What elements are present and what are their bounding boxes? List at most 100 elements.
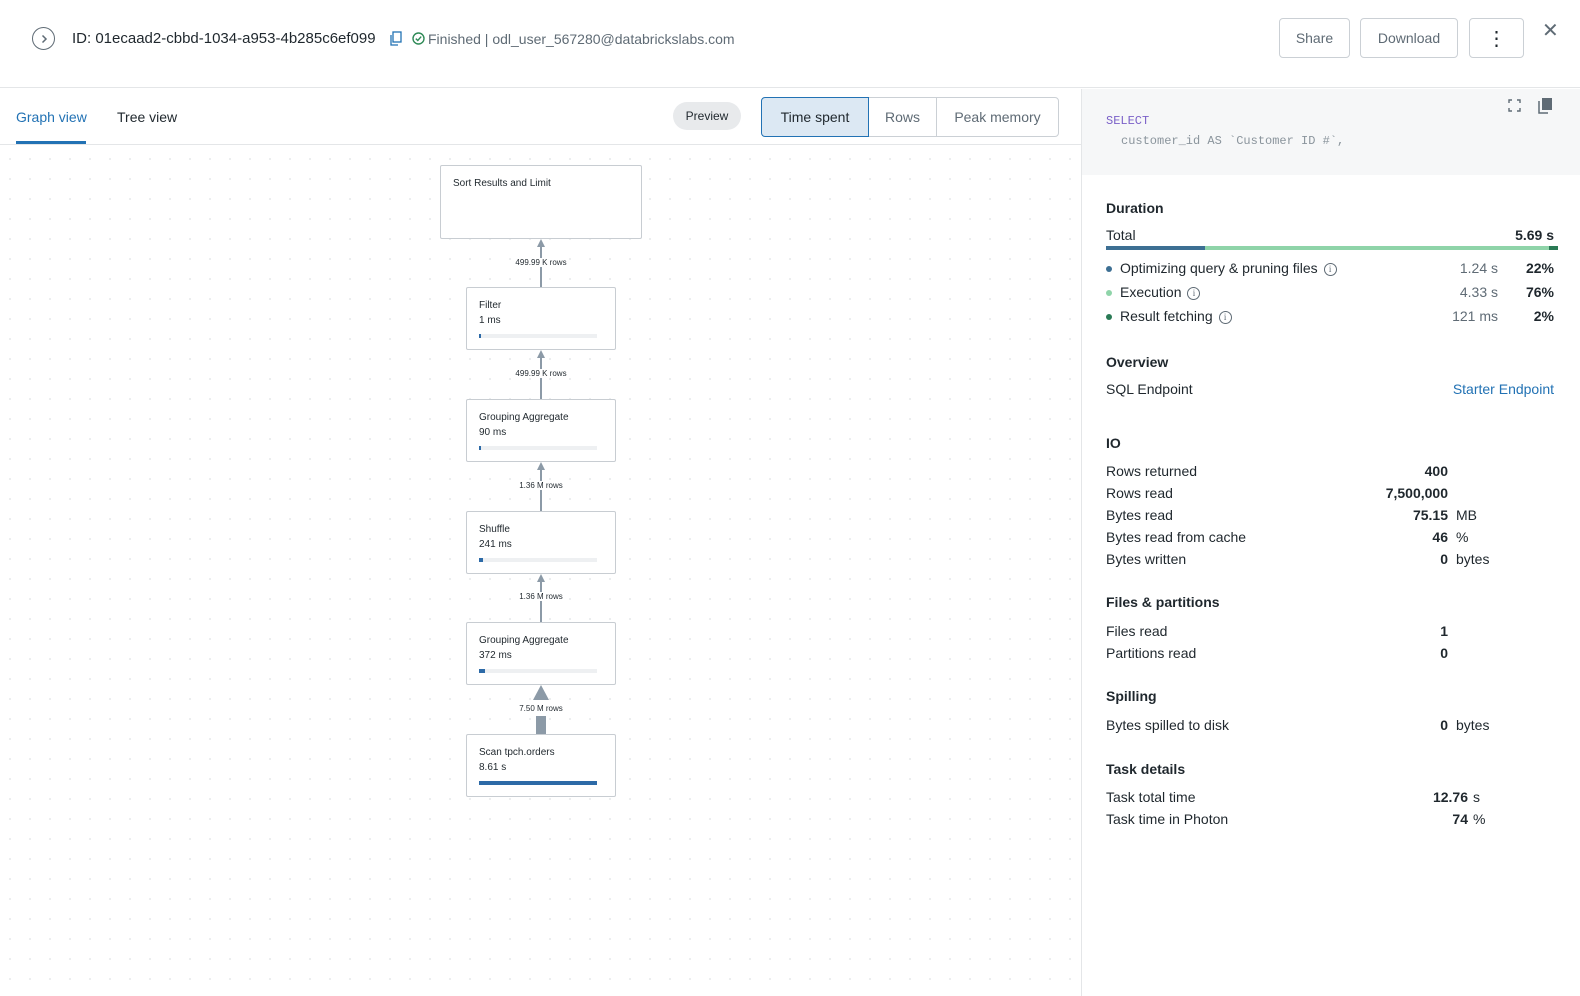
plan-node-time: 1 ms xyxy=(479,315,501,326)
metric-time-spent-button[interactable]: Time spent xyxy=(761,97,869,137)
tab-tree-view[interactable]: Tree view xyxy=(117,109,177,125)
plan-node-time-bar xyxy=(479,446,597,450)
duration-item: Optimizing query & pruning files i xyxy=(1120,260,1337,276)
share-button[interactable]: Share xyxy=(1279,18,1350,58)
more-options-button[interactable]: ⋮ xyxy=(1469,18,1524,58)
metric-label: Bytes read xyxy=(1106,507,1173,523)
edge-row-count: 7.50 M rows xyxy=(518,704,564,713)
metric-label: Files read xyxy=(1106,623,1168,639)
sql-preview[interactable]: SELECT customer_id AS `Customer ID #`, xyxy=(1082,89,1580,175)
duration-item-label: Execution xyxy=(1120,284,1182,300)
arrow-up-icon xyxy=(537,574,545,582)
metric-label: Partitions read xyxy=(1106,645,1197,661)
metric-label: Bytes read from cache xyxy=(1106,529,1247,545)
metric-value: 1 xyxy=(1440,623,1448,639)
duration-bar xyxy=(1106,246,1558,250)
plan-node-time-bar xyxy=(479,334,597,338)
metric-label: Bytes written xyxy=(1106,551,1187,567)
edge-row-count: 1.36 M rows xyxy=(518,481,564,490)
metric-label: Bytes spilled to disk xyxy=(1106,717,1229,733)
plan-node-time-fill xyxy=(479,558,483,562)
plan-node[interactable]: Grouping Aggregate 372 ms xyxy=(466,622,616,685)
arrow-up-icon xyxy=(533,685,549,700)
copy-id-icon[interactable] xyxy=(390,31,404,47)
plan-node-name: Grouping Aggregate xyxy=(479,412,569,423)
metric-value: 12.76 xyxy=(1432,789,1468,805)
plan-node[interactable]: Sort Results and Limit xyxy=(440,165,642,239)
query-header: ID: 01ecaad2-cbbd-1034-a953-4b285c6ef099… xyxy=(0,0,1580,88)
duration-bar-fetching xyxy=(1549,246,1558,250)
sql-endpoint-link[interactable]: Starter Endpoint xyxy=(1453,381,1554,397)
metric-value: 74 xyxy=(1452,811,1468,827)
plan-node[interactable]: Shuffle 241 ms xyxy=(466,511,616,574)
plan-node[interactable]: Scan tpch.orders 8.61 s xyxy=(466,734,616,797)
plan-node-time: 372 ms xyxy=(479,650,512,661)
metric-rows-button[interactable]: Rows xyxy=(868,97,937,137)
plan-node[interactable]: Grouping Aggregate 90 ms xyxy=(466,399,616,462)
legend-dot xyxy=(1106,314,1112,320)
arrow-up-icon xyxy=(537,239,545,247)
metric-label: Task total time xyxy=(1106,789,1196,805)
plan-node-time: 241 ms xyxy=(479,539,512,550)
spilling-title: Spilling xyxy=(1106,688,1157,704)
duration-item-label: Result fetching xyxy=(1120,308,1213,324)
files-title: Files & partitions xyxy=(1106,594,1220,610)
query-id: ID: 01ecaad2-cbbd-1034-a953-4b285c6ef099 xyxy=(72,30,376,47)
arrow-up-icon xyxy=(537,462,545,470)
plan-edge xyxy=(540,470,542,511)
metric-value: 46 xyxy=(1432,529,1448,545)
plan-node-name: Scan tpch.orders xyxy=(479,747,555,758)
duration-item-pct: 22% xyxy=(1525,260,1554,276)
plan-edge xyxy=(540,582,542,622)
query-graph-pane: Graph view Tree view Preview Time spent … xyxy=(0,89,1081,996)
info-icon[interactable]: i xyxy=(1187,287,1201,300)
plan-node[interactable]: Filter 1 ms xyxy=(466,287,616,350)
metric-unit: % xyxy=(1473,811,1486,827)
plan-node-name: Grouping Aggregate xyxy=(479,635,569,646)
duration-item-pct: 2% xyxy=(1533,308,1554,324)
metric-peak-memory-button[interactable]: Peak memory xyxy=(936,97,1059,137)
close-icon[interactable]: ✕ xyxy=(1542,18,1559,43)
metric-value: 0 xyxy=(1440,551,1448,567)
metric-value: 7,500,000 xyxy=(1385,485,1448,501)
metric-label: Rows returned xyxy=(1106,463,1198,479)
duration-item-pct: 76% xyxy=(1525,284,1554,300)
metric-value: 75.15 xyxy=(1412,507,1448,523)
plan-edge xyxy=(540,247,542,287)
active-tab-indicator xyxy=(16,141,86,144)
plan-node-time-fill xyxy=(479,446,481,450)
download-button[interactable]: Download xyxy=(1360,18,1458,58)
metric-unit: bytes xyxy=(1456,717,1490,733)
edge-row-count: 499.99 K rows xyxy=(514,258,568,267)
plan-edge xyxy=(540,358,542,399)
info-icon[interactable]: i xyxy=(1323,263,1337,276)
legend-dot xyxy=(1106,290,1112,296)
duration-title: Duration xyxy=(1106,200,1164,216)
query-details-pane: SELECT customer_id AS `Customer ID #`, D… xyxy=(1081,89,1580,996)
plan-node-name: Sort Results and Limit xyxy=(453,178,551,189)
duration-bar-optimizing xyxy=(1106,246,1205,250)
duration-total-value: 5.69 s xyxy=(1515,227,1554,243)
plan-node-time: 8.61 s xyxy=(479,762,507,773)
metric-unit: % xyxy=(1456,529,1469,545)
info-icon[interactable]: i xyxy=(1218,311,1232,324)
metric-label: Rows read xyxy=(1106,485,1173,501)
check-circle-icon xyxy=(412,32,425,45)
plan-edge xyxy=(536,716,546,734)
plan-node-time-fill xyxy=(479,334,481,338)
duration-item: Result fetching i xyxy=(1120,308,1232,324)
duration-item-time: 4.33 s xyxy=(1459,284,1498,300)
duration-item-time: 1.24 s xyxy=(1459,260,1498,276)
plan-node-name: Shuffle xyxy=(479,524,510,535)
edge-row-count: 1.36 M rows xyxy=(518,592,564,601)
fullscreen-icon[interactable] xyxy=(1508,99,1522,113)
view-tabs: Graph view Tree view Preview Time spent … xyxy=(0,89,1081,145)
expand-panel-icon[interactable] xyxy=(32,27,55,50)
sql-endpoint-label: SQL Endpoint xyxy=(1106,381,1193,397)
tab-graph-view[interactable]: Graph view xyxy=(16,109,87,125)
plan-node-time-fill xyxy=(479,669,485,673)
edge-row-count: 499.99 K rows xyxy=(514,369,568,378)
legend-dot xyxy=(1106,266,1112,272)
copy-query-icon[interactable] xyxy=(1538,97,1554,115)
metric-unit: bytes xyxy=(1456,551,1490,567)
